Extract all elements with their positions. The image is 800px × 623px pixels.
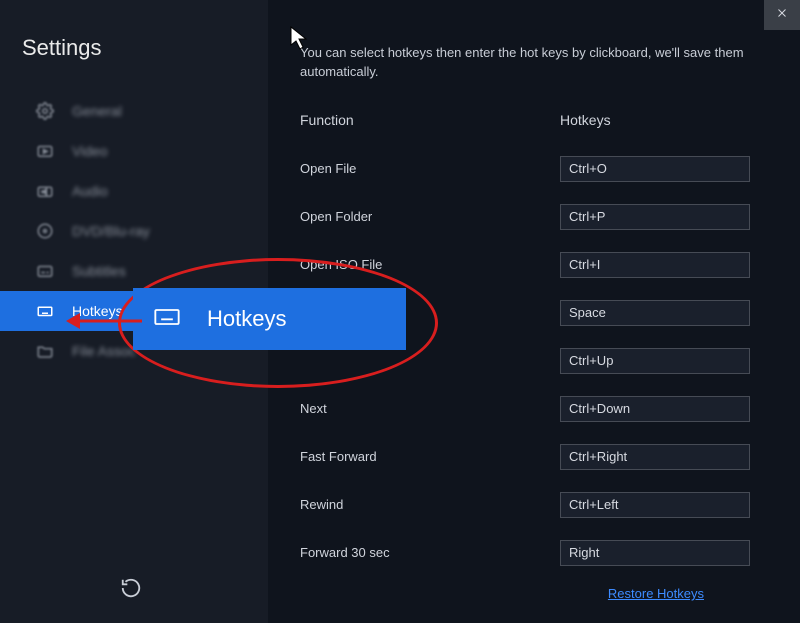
hotkey-input[interactable] [560,540,750,566]
hotkey-input[interactable] [560,156,750,182]
sidebar-item-video[interactable]: Video [0,131,268,171]
hotkey-row [300,348,768,374]
panel-description: You can select hotkeys then enter the ho… [300,44,760,82]
hotkey-row [300,300,768,326]
page-title: Settings [0,35,268,91]
sidebar-item-label: File Assoc [72,343,136,359]
hotkey-input[interactable] [560,204,750,230]
sidebar-item-label: Subtitles [72,263,126,279]
folder-icon [36,342,54,360]
sidebar-item-label: Hotkeys [72,303,123,319]
audio-icon [36,182,54,200]
hotkey-cell [560,492,768,518]
hotkey-input[interactable] [560,492,750,518]
disc-icon [36,222,54,240]
header-function: Function [300,112,560,128]
sidebar-item-file-assoc[interactable]: File Assoc [0,331,268,371]
function-label: Open Folder [300,209,560,224]
sidebar-item-hotkeys[interactable]: Hotkeys [0,291,268,331]
function-label: Open File [300,161,560,176]
hotkey-input[interactable] [560,300,750,326]
hotkey-row: Next [300,396,768,422]
sidebar-item-label: General [72,103,122,119]
hotkey-cell [560,396,768,422]
settings-window: Settings General Video Audio [0,0,800,623]
function-label: Fast Forward [300,449,560,464]
hotkey-rows: Open File Open Folder Open ISO File Next Fas… [300,156,768,566]
hotkeys-panel: You can select hotkeys then enter the ho… [268,0,800,623]
hotkey-cell [560,540,768,566]
restore-hotkeys-link[interactable]: Restore Hotkeys [608,586,704,601]
sidebar: Settings General Video Audio [0,0,268,623]
hotkey-cell [560,348,768,374]
function-label: Rewind [300,497,560,512]
hotkey-row: Rewind [300,492,768,518]
video-icon [36,142,54,160]
reset-button[interactable] [120,577,148,605]
hotkey-row: Fast Forward [300,444,768,470]
function-label: Forward 30 sec [300,545,560,560]
sidebar-item-label: Audio [72,183,108,199]
settings-nav: General Video Audio DVD/Blu-ray [0,91,268,371]
close-icon [776,6,788,24]
table-header: Function Hotkeys [300,112,768,128]
sidebar-item-subtitles[interactable]: Subtitles [0,251,268,291]
hotkey-input[interactable] [560,444,750,470]
sidebar-item-label: DVD/Blu-ray [72,223,150,239]
hotkey-input[interactable] [560,252,750,278]
hotkey-cell [560,300,768,326]
function-label: Next [300,401,560,416]
hotkey-cell [560,252,768,278]
hotkey-input[interactable] [560,396,750,422]
sidebar-item-audio[interactable]: Audio [0,171,268,211]
hotkey-row: Forward 30 sec [300,540,768,566]
hotkey-row: Open ISO File [300,252,768,278]
gear-icon [36,102,54,120]
hotkey-input[interactable] [560,348,750,374]
hotkey-cell [560,204,768,230]
hotkey-row: Open File [300,156,768,182]
hotkey-cell [560,156,768,182]
hotkey-row: Open Folder [300,204,768,230]
sidebar-item-dvd[interactable]: DVD/Blu-ray [0,211,268,251]
header-hotkeys: Hotkeys [560,112,768,128]
close-button[interactable] [764,0,800,30]
sidebar-item-general[interactable]: General [0,91,268,131]
function-label: Open ISO File [300,257,560,272]
keyboard-icon [36,302,54,320]
subtitles-icon [36,262,54,280]
hotkey-cell [560,444,768,470]
sidebar-item-label: Video [72,143,108,159]
